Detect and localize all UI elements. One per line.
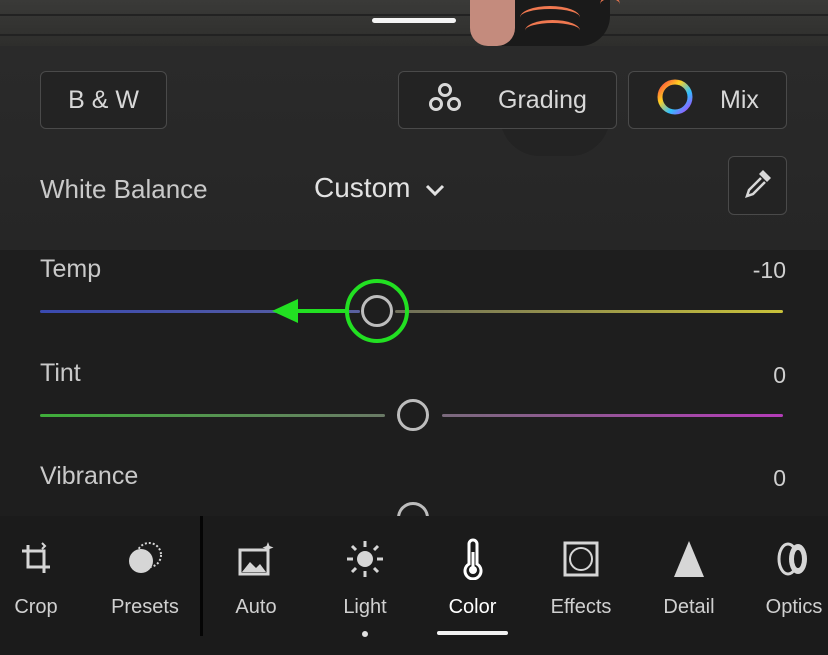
mix-button[interactable]: Mix (628, 71, 787, 129)
white-balance-value: Custom (314, 172, 411, 203)
mix-button-label: Mix (720, 85, 759, 114)
bw-button[interactable]: B & W (40, 71, 167, 129)
tool-label: Crop (14, 596, 58, 618)
photo-lace (525, 20, 580, 41)
tool-label: Detail (663, 596, 715, 618)
color-wheel-icon (656, 78, 694, 123)
temp-track-right[interactable] (395, 310, 783, 313)
crop-icon (18, 538, 54, 580)
optics-icon (774, 538, 814, 580)
tool-optics[interactable]: Optics (760, 516, 828, 655)
auto-icon (236, 538, 276, 580)
photo-preview-strip (0, 0, 828, 46)
home-indicator (372, 18, 456, 23)
grading-button-label: Grading (498, 85, 587, 114)
tint-track-left[interactable] (40, 414, 385, 417)
annotation-arrow-head (272, 299, 298, 323)
tool-presets[interactable]: Presets (105, 516, 185, 655)
detail-icon (672, 538, 706, 580)
white-balance-dropdown[interactable]: Custom (314, 172, 446, 204)
presets-icon (125, 538, 165, 580)
temp-label: Temp (40, 255, 102, 283)
tool-label: Effects (550, 596, 612, 618)
annotation-arrow-shaft (296, 309, 346, 313)
photo-hand (470, 0, 515, 46)
vibrance-value[interactable]: 0 (773, 465, 786, 492)
toolbar-divider (200, 516, 203, 636)
light-icon (345, 538, 385, 580)
eyedropper-icon (741, 166, 775, 205)
active-tab-underline (437, 631, 508, 635)
tint-value[interactable]: 0 (773, 362, 786, 389)
bottom-toolbar: Crop Presets Auto Light Color Effects De… (0, 516, 828, 655)
tool-label: Optics (765, 596, 823, 618)
white-balance-label: White Balance (40, 174, 208, 204)
light-adjusted-indicator (362, 631, 368, 637)
color-panel: B & W Grading Mix White Balance Custom T… (0, 46, 828, 534)
tool-label: Light (343, 596, 387, 618)
tool-effects[interactable]: Effects (546, 516, 616, 655)
annotation-highlight-ring (345, 279, 409, 343)
temp-value[interactable]: -10 (753, 257, 786, 284)
tint-label: Tint (40, 359, 81, 387)
bw-button-label: B & W (68, 85, 139, 114)
tool-label: Color (448, 596, 497, 618)
tool-crop[interactable]: Crop (0, 516, 72, 655)
tool-label: Presets (111, 596, 179, 618)
tint-track-right[interactable] (442, 414, 783, 417)
tint-slider-thumb[interactable] (397, 399, 429, 431)
photo-plank-line (0, 14, 828, 16)
photo-plank-line (0, 34, 828, 36)
tool-label: Auto (235, 596, 277, 618)
eyedropper-button[interactable] (728, 156, 787, 215)
tool-detail[interactable]: Detail (654, 516, 724, 655)
vibrance-label: Vibrance (40, 462, 139, 490)
tool-auto[interactable]: Auto (222, 516, 290, 655)
effects-icon (562, 538, 600, 580)
grading-button[interactable]: Grading (398, 71, 617, 129)
grading-icon (428, 82, 462, 119)
chevron-down-icon (424, 172, 446, 204)
thermometer-icon (458, 538, 488, 580)
photo-lace (600, 0, 620, 13)
